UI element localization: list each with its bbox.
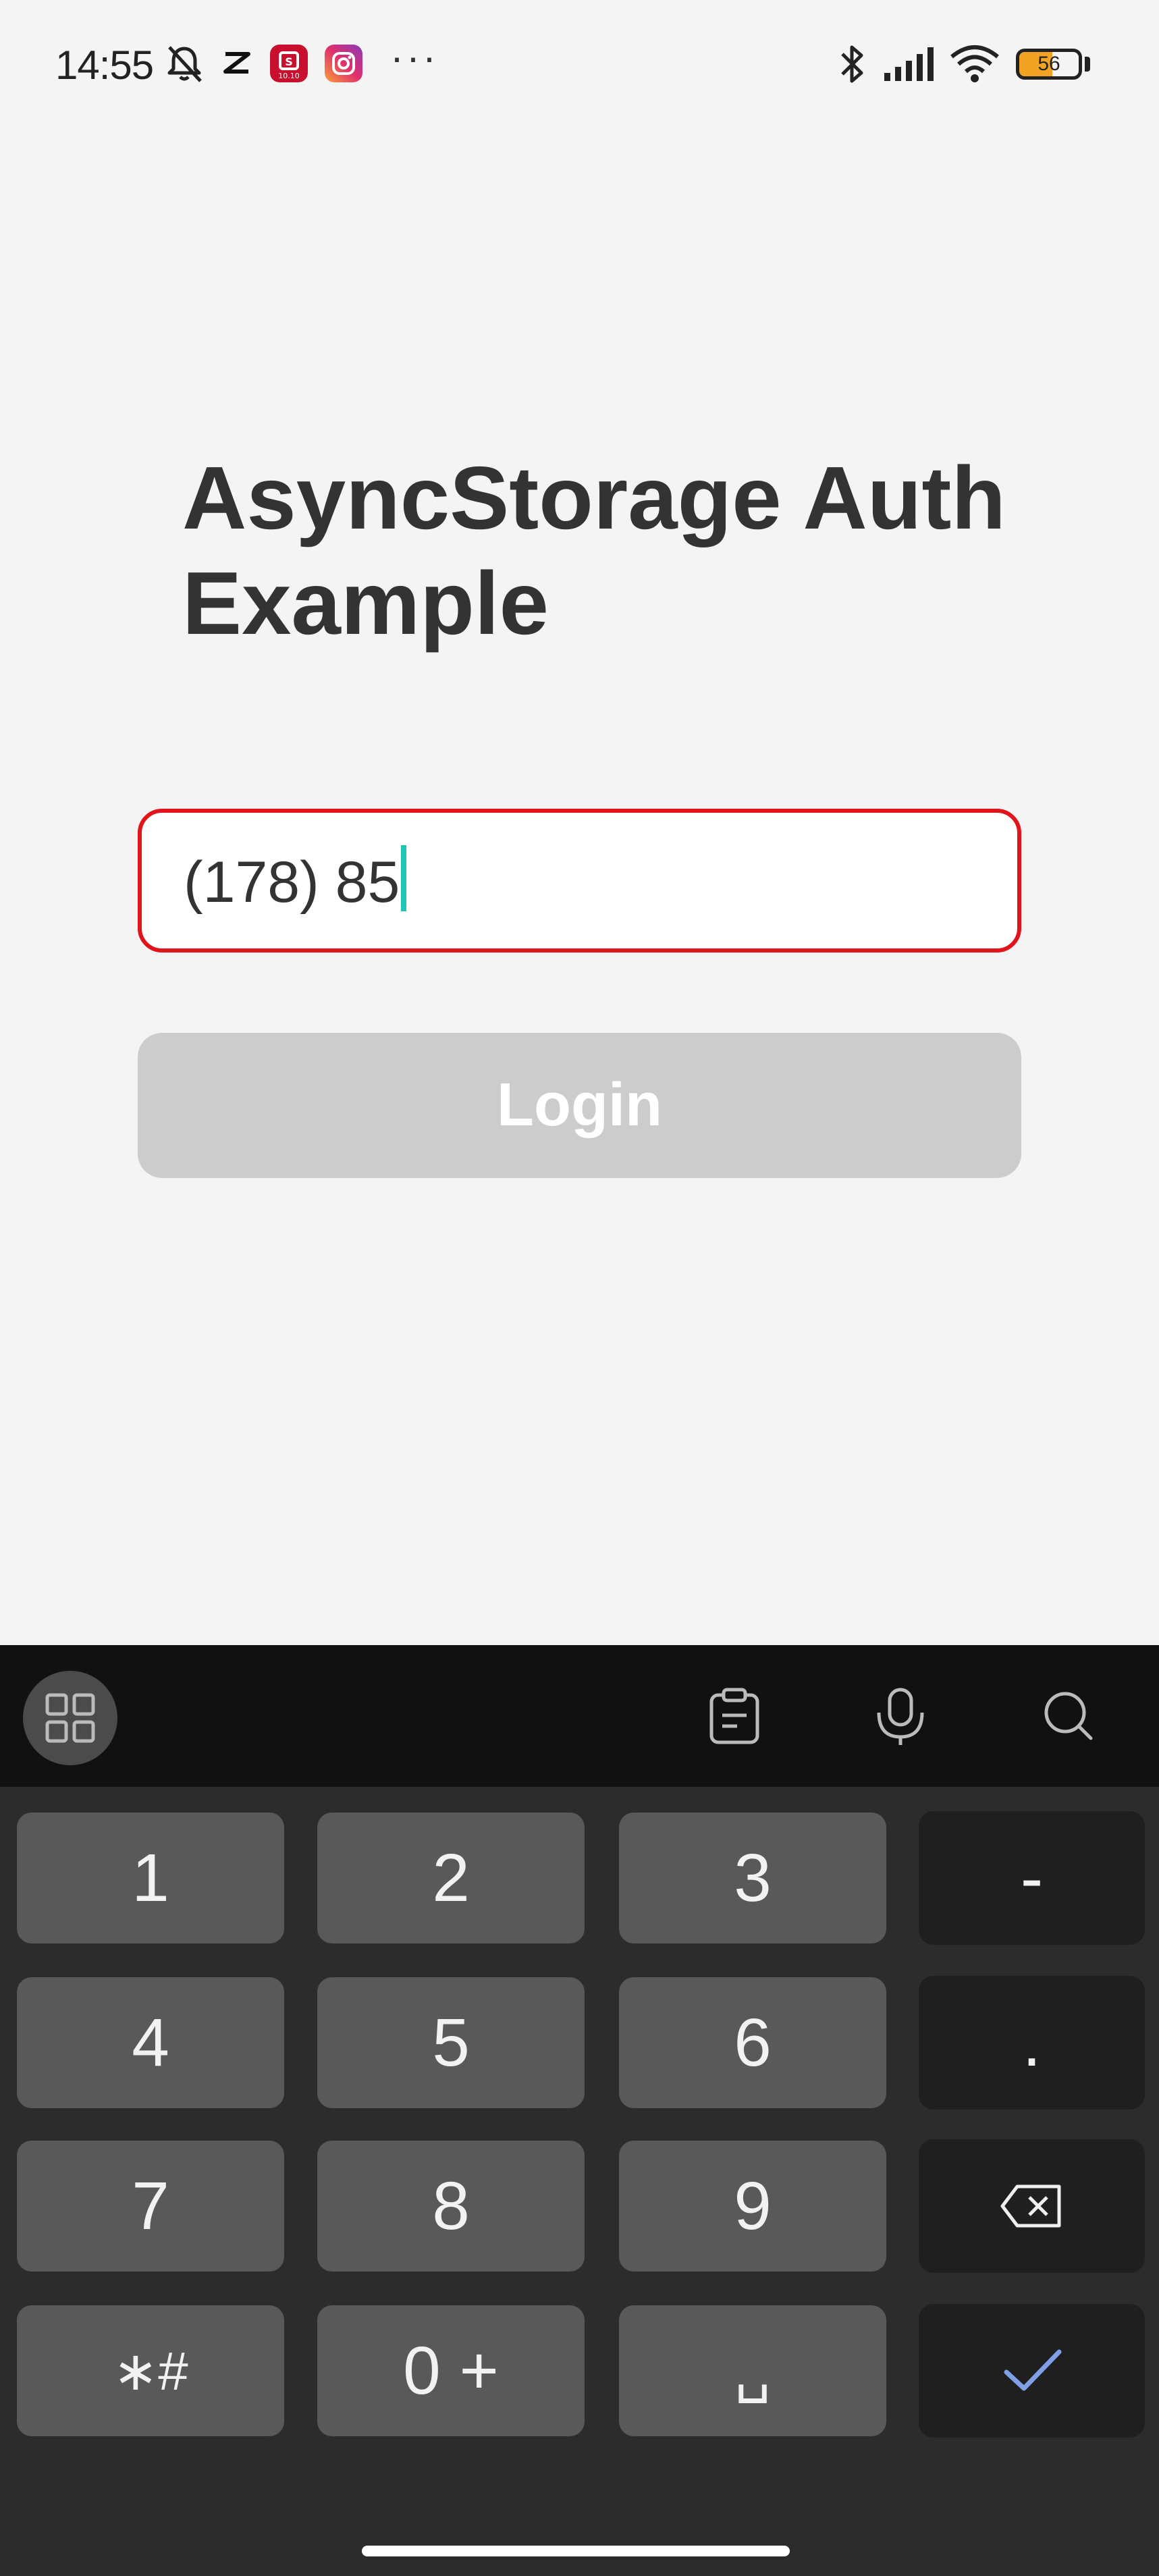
phone-input[interactable]: (178) 85	[138, 809, 1021, 952]
shopee-icon: S 10.10	[270, 45, 308, 82]
signal-icon	[884, 47, 934, 81]
clipboard-icon[interactable]	[707, 1686, 761, 1746]
status-bar: 14:55 S 10.10 ··· 56	[0, 0, 1159, 128]
keyboard-toolbar	[0, 1645, 1159, 1787]
key-4[interactable]: 4	[17, 1977, 284, 2108]
done-key[interactable]	[919, 2304, 1145, 2438]
login-button[interactable]: Login	[138, 1033, 1021, 1178]
phone-input-value: (178) 85	[184, 845, 407, 918]
instagram-icon	[325, 45, 362, 82]
text-caret	[401, 845, 407, 911]
key-9[interactable]: 9	[619, 2141, 886, 2272]
key-5[interactable]: 5	[317, 1977, 585, 2108]
key-dash[interactable]: -	[919, 1811, 1145, 1945]
key-1[interactable]: 1	[17, 1813, 284, 1943]
done-check-icon	[1004, 2349, 1061, 2391]
key-7[interactable]: 7	[17, 2141, 284, 2272]
key-0[interactable]: 0 +	[317, 2305, 585, 2436]
numeric-keyboard: 1 2 3 - 4 5 6 . 7 8 9 ∗# 0 + ␣	[0, 1645, 1159, 2576]
battery-percent: 56	[1037, 53, 1060, 75]
search-icon[interactable]	[1041, 1686, 1095, 1746]
capcut-icon	[223, 52, 250, 74]
apps-grid-button[interactable]	[23, 1671, 117, 1765]
mute-icon	[167, 46, 202, 82]
svg-text:10.10: 10.10	[278, 72, 300, 80]
key-3[interactable]: 3	[619, 1813, 886, 1943]
wifi-icon	[950, 45, 999, 82]
page-title: AsyncStorage Auth Example	[182, 448, 1006, 653]
key-6[interactable]: 6	[619, 1977, 886, 2108]
more-dots-icon: ···	[390, 34, 439, 80]
apps-grid-icon	[45, 1693, 95, 1743]
key-space[interactable]: ␣	[619, 2305, 886, 2436]
status-time: 14:55	[55, 43, 154, 88]
phone-input-text: (178) 85	[184, 850, 400, 915]
battery-nub	[1085, 57, 1090, 72]
key-8[interactable]: 8	[317, 2141, 585, 2272]
key-dot[interactable]: .	[919, 1976, 1145, 2110]
home-indicator[interactable]	[362, 2546, 790, 2556]
backspace-icon	[1000, 2184, 1060, 2228]
svg-text:S: S	[285, 55, 293, 68]
battery-icon: 56	[1016, 49, 1082, 80]
backspace-key[interactable]	[919, 2139, 1145, 2273]
key-symbols[interactable]: ∗#	[17, 2305, 284, 2436]
key-2[interactable]: 2	[317, 1813, 585, 1943]
microphone-icon[interactable]	[873, 1686, 927, 1746]
bluetooth-icon	[841, 45, 863, 83]
